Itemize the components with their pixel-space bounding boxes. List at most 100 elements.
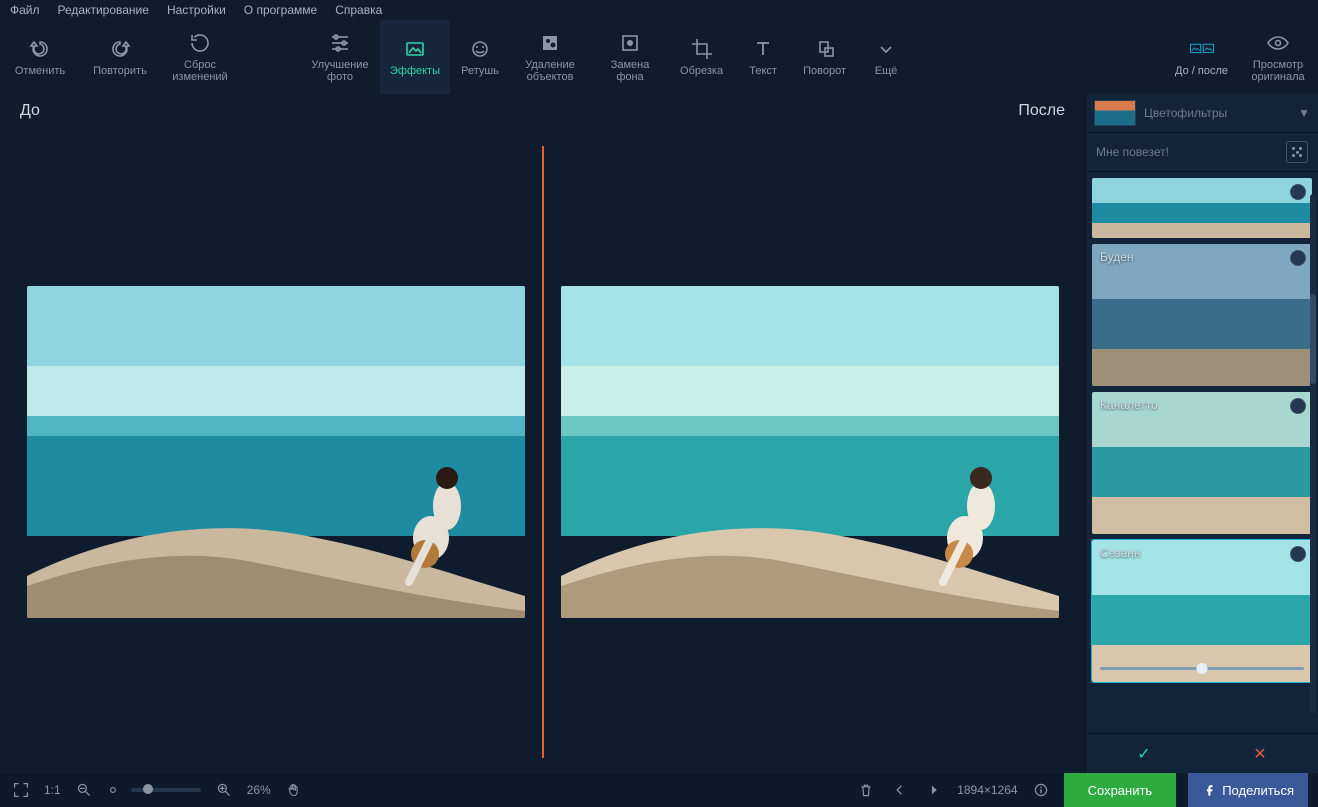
category-label: Цветофильтры xyxy=(1144,106,1290,120)
reset-label: Сброс изменений xyxy=(172,59,227,83)
filter-badge-icon xyxy=(1290,184,1306,200)
apply-filter-button[interactable]: ✓ xyxy=(1086,734,1202,773)
zoom-out-button[interactable] xyxy=(73,779,95,801)
menu-file[interactable]: Файл xyxy=(10,3,40,17)
filter-card[interactable]: Каналетто xyxy=(1092,392,1312,534)
reset-button[interactable]: Сброс изменений xyxy=(160,20,240,94)
zoom-slider[interactable] xyxy=(131,788,201,792)
crop-button[interactable]: Обрезка xyxy=(670,20,733,94)
redo-label: Повторить xyxy=(93,65,147,77)
sliders-icon xyxy=(328,31,352,55)
replace-bg-icon xyxy=(618,31,642,55)
next-button[interactable] xyxy=(923,779,945,801)
filter-category-select[interactable]: Цветофильтры ▼ xyxy=(1086,94,1318,133)
share-label: Поделиться xyxy=(1222,783,1294,798)
replace-bg-button[interactable]: Замена фона xyxy=(590,20,670,94)
filter-badge-icon xyxy=(1290,250,1306,266)
before-after-label: До / после xyxy=(1175,65,1228,77)
eye-icon xyxy=(1266,31,1290,55)
zoom-percent: 26% xyxy=(247,783,271,797)
lucky-button[interactable]: Мне повезет! xyxy=(1086,133,1318,172)
undo-label: Отменить xyxy=(15,65,65,77)
share-button[interactable]: Поделиться xyxy=(1188,773,1308,807)
dice-icon xyxy=(1286,141,1308,163)
effects-label: Эффекты xyxy=(390,65,440,77)
category-thumb xyxy=(1094,100,1136,126)
text-label: Текст xyxy=(749,65,777,77)
zoom-dot xyxy=(107,779,119,801)
filter-badge-icon xyxy=(1290,546,1306,562)
info-button[interactable] xyxy=(1030,779,1052,801)
filter-intensity-slider[interactable] xyxy=(1100,667,1304,670)
zoom-in-button[interactable] xyxy=(213,779,235,801)
bottombar: 1:1 26% 1894×1264 Сохранить Поделиться xyxy=(0,773,1318,807)
filter-confirm-row: ✓ ✕ xyxy=(1086,733,1318,773)
fullscreen-button[interactable] xyxy=(10,779,32,801)
filter-card-selected[interactable]: Сезанн xyxy=(1092,540,1312,682)
more-label: Ещё xyxy=(875,65,898,77)
text-icon xyxy=(751,37,775,61)
image-dimensions: 1894×1264 xyxy=(957,783,1017,797)
delete-button[interactable] xyxy=(855,779,877,801)
effects-button[interactable]: Эффекты xyxy=(380,20,450,94)
enhance-button[interactable]: Улучшение фото xyxy=(300,20,380,94)
rotate-icon xyxy=(813,37,837,61)
cancel-filter-button[interactable]: ✕ xyxy=(1202,734,1318,773)
reset-icon xyxy=(188,31,212,55)
toolbar-right: До / после Просмотр оригинала xyxy=(1165,20,1318,94)
filter-name: Буден xyxy=(1100,250,1134,264)
filter-badge-icon xyxy=(1290,398,1306,414)
split-divider[interactable] xyxy=(542,146,544,758)
effects-icon xyxy=(403,37,427,61)
crop-label: Обрезка xyxy=(680,65,723,77)
before-image xyxy=(27,286,525,618)
rotate-button[interactable]: Поворот xyxy=(793,20,856,94)
lucky-label: Мне повезет! xyxy=(1096,145,1169,159)
more-button[interactable]: Ещё xyxy=(856,20,916,94)
remove-objects-button[interactable]: Удаление объектов xyxy=(510,20,590,94)
crop-icon xyxy=(690,37,714,61)
workspace: До После xyxy=(0,94,1085,773)
chevron-down-icon xyxy=(874,37,898,61)
sidebar-scrollbar[interactable] xyxy=(1310,194,1316,713)
menu-about[interactable]: О программе xyxy=(244,3,317,17)
retouch-button[interactable]: Ретушь xyxy=(450,20,510,94)
redo-icon xyxy=(108,37,132,61)
menubar: Файл Редактирование Настройки О программ… xyxy=(0,0,1318,20)
filter-card[interactable] xyxy=(1092,178,1312,238)
text-button[interactable]: Текст xyxy=(733,20,793,94)
zoom-ratio[interactable]: 1:1 xyxy=(44,783,61,797)
remove-obj-icon xyxy=(538,31,562,55)
facebook-icon xyxy=(1202,783,1216,797)
menu-settings[interactable]: Настройки xyxy=(167,3,226,17)
filter-card[interactable]: Буден xyxy=(1092,244,1312,386)
retouch-icon xyxy=(468,37,492,61)
replace-bg-label: Замена фона xyxy=(611,59,650,83)
sidebar: Цветофильтры ▼ Мне повезет! Буден Канале… xyxy=(1085,94,1318,773)
enhance-label: Улучшение фото xyxy=(311,59,368,83)
menu-edit[interactable]: Редактирование xyxy=(58,3,149,17)
toolbar: Отменить Повторить Сброс изменений Улучш… xyxy=(0,20,1318,94)
view-original-button[interactable]: Просмотр оригинала xyxy=(1238,20,1318,94)
view-original-label: Просмотр оригинала xyxy=(1251,59,1304,83)
before-label: До xyxy=(20,102,40,120)
workspace-canvas[interactable] xyxy=(0,130,1085,773)
before-after-button[interactable]: До / после xyxy=(1165,20,1238,94)
undo-icon xyxy=(28,37,52,61)
retouch-label: Ретушь xyxy=(461,65,499,77)
prev-button[interactable] xyxy=(889,779,911,801)
rotate-label: Поворот xyxy=(803,65,846,77)
save-button[interactable]: Сохранить xyxy=(1064,773,1177,807)
hand-tool-button[interactable] xyxy=(283,779,305,801)
after-image xyxy=(561,286,1059,618)
filter-name: Сезанн xyxy=(1100,546,1141,560)
before-after-icon xyxy=(1190,37,1214,61)
filter-list[interactable]: Буден Каналетто Сезанн xyxy=(1086,172,1318,733)
remove-obj-label: Удаление объектов xyxy=(525,59,575,83)
redo-button[interactable]: Повторить xyxy=(80,20,160,94)
after-label: После xyxy=(1018,102,1065,120)
menu-help[interactable]: Справка xyxy=(335,3,382,17)
workspace-labels: До После xyxy=(0,94,1085,124)
filter-name: Каналетто xyxy=(1100,398,1158,412)
undo-button[interactable]: Отменить xyxy=(0,20,80,94)
